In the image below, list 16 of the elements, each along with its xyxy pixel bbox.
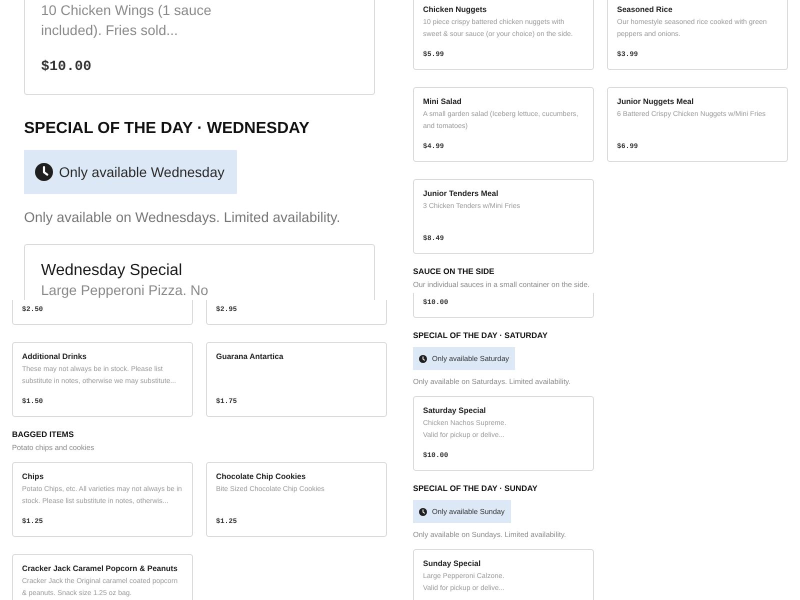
- section-heading: SAUCE ON THE SIDE: [413, 267, 496, 277]
- menu-item-card[interactable]: 10 Chicken Wings (1 sauce included). Fries sold... $10.00: [24, 0, 375, 95]
- item-name: Wednesday Special: [41, 261, 184, 281]
- clock-icon: [419, 508, 427, 516]
- clock-icon: [35, 163, 53, 181]
- item-description: 10 Chicken Wings (1 sauce included). Fries sold...: [41, 1, 212, 40]
- menu-item-card[interactable]: Wednesday Special Large Pepperoni Pizza. No: [24, 244, 375, 300]
- clock-icon: [419, 354, 427, 362]
- item-description: Large Pepperoni Pizza. No: [41, 281, 210, 300]
- section-heading: BAGGED ITEMS: [12, 430, 75, 440]
- section-heading: SPECIAL OF THE DAY · WEDNESDAY: [24, 119, 310, 139]
- section-heading: SPECIAL OF THE DAY · SUNDAY: [413, 484, 538, 494]
- availability-text: Only available Wednesday: [59, 164, 225, 180]
- item-price: $10.00: [41, 58, 92, 76]
- section-description: Only available on Wednesdays. Limited availability.: [24, 208, 342, 227]
- section-heading: SPECIAL OF THE DAY · SATURDAY: [413, 331, 549, 341]
